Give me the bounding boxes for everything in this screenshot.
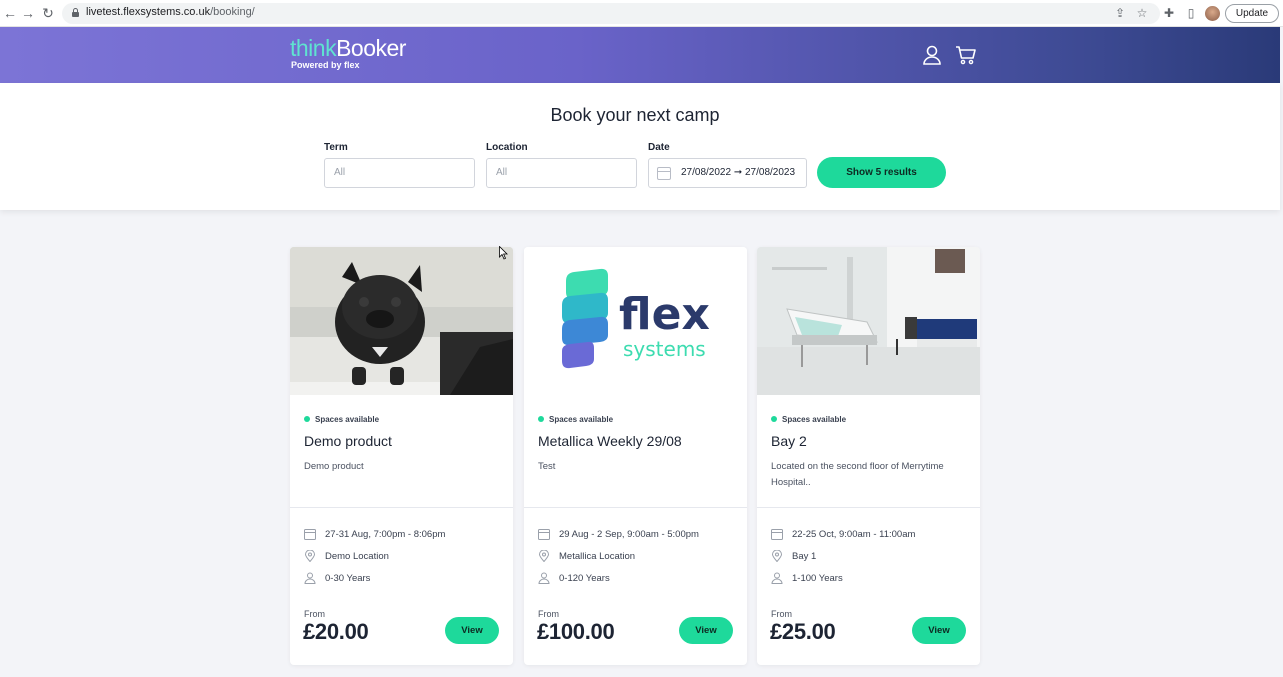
availability-badge: Spaces available	[538, 415, 613, 424]
status-dot-icon	[538, 416, 544, 422]
calendar-icon	[771, 529, 783, 540]
divider	[290, 507, 513, 508]
person-icon	[538, 572, 550, 584]
lock-icon	[72, 8, 79, 17]
card-age: 1-100 Years	[771, 572, 843, 584]
from-label: From	[771, 609, 792, 619]
date-label: Date	[648, 142, 670, 153]
update-button[interactable]: Update	[1225, 4, 1279, 23]
card-dates: 22-25 Oct, 9:00am - 11:00am	[771, 528, 915, 540]
card-age: 0-30 Years	[304, 572, 370, 584]
view-button[interactable]: View	[912, 617, 966, 644]
card-title: Bay 2	[771, 433, 807, 449]
user-icon[interactable]	[921, 44, 943, 66]
status-dot-icon	[304, 416, 310, 422]
card-location: Metallica Location	[538, 550, 635, 562]
card-description: Test	[538, 461, 556, 472]
calendar-icon	[538, 529, 550, 540]
site-header: thinkBooker Powered by flex	[0, 27, 1280, 83]
search-panel: Book your next camp Term All Location Al…	[0, 83, 1280, 210]
person-icon	[771, 572, 783, 584]
dog-photo	[290, 247, 513, 395]
person-icon	[304, 572, 316, 584]
price: £20.00	[303, 619, 369, 644]
show-results-button[interactable]: Show 5 results	[817, 157, 946, 188]
profile-avatar[interactable]	[1205, 6, 1220, 21]
card-location: Demo Location	[304, 550, 389, 562]
url-text: livetest.flexsystems.co.uk/booking/	[86, 6, 255, 18]
location-pin-icon	[304, 550, 316, 562]
view-button[interactable]: View	[679, 617, 733, 644]
card-description: Located on the second floor of Merrytime…	[771, 461, 944, 488]
star-icon[interactable]: ☆	[1135, 6, 1149, 20]
card-location: Bay 1	[771, 550, 816, 562]
view-button[interactable]: View	[445, 617, 499, 644]
product-card[interactable]: Spaces available Demo product Demo produ…	[290, 247, 513, 665]
calendar-icon	[657, 167, 671, 180]
location-pin-icon	[538, 550, 550, 562]
card-description: Demo product	[304, 461, 364, 472]
flex-logo-wordmark: flex	[619, 289, 710, 340]
thinkbooker-logo[interactable]: thinkBooker Powered by flex	[290, 35, 406, 70]
price: £25.00	[770, 619, 836, 644]
card-dates: 27-31 Aug, 7:00pm - 8:06pm	[304, 528, 445, 540]
term-label: Term	[324, 142, 348, 153]
flex-systems-logo: flex systems	[524, 247, 747, 395]
calendar-icon	[304, 529, 316, 540]
cart-icon[interactable]	[955, 44, 977, 66]
reload-icon[interactable]: ↻	[40, 5, 56, 21]
logo-think: think	[290, 35, 337, 61]
date-range-value: 27/08/2022 ➞ 27/08/2023	[681, 167, 796, 178]
status-dot-icon	[771, 416, 777, 422]
address-bar[interactable]: livetest.flexsystems.co.uk/booking/	[62, 3, 1160, 24]
availability-badge: Spaces available	[771, 415, 846, 424]
extensions-icon[interactable]: ✚	[1162, 6, 1176, 20]
from-label: From	[304, 609, 325, 619]
card-title: Metallica Weekly 29/08	[538, 433, 682, 449]
card-age: 0-120 Years	[538, 572, 610, 584]
location-select[interactable]: All	[486, 158, 637, 188]
availability-badge: Spaces available	[304, 415, 379, 424]
divider	[524, 507, 747, 508]
location-pin-icon	[771, 550, 783, 562]
side-panel-icon[interactable]: ▯	[1184, 6, 1198, 20]
flex-logo-subtext: systems	[623, 337, 706, 361]
forward-arrow-icon[interactable]: →	[20, 5, 36, 21]
share-icon[interactable]: ⇪	[1113, 6, 1127, 20]
from-label: From	[538, 609, 559, 619]
mouse-cursor-icon	[499, 246, 508, 260]
hospital-room-photo	[757, 247, 980, 395]
product-card[interactable]: flex systems Spaces available Metallica …	[524, 247, 747, 665]
product-card[interactable]: Spaces available Bay 2 Located on the se…	[757, 247, 980, 665]
back-arrow-icon[interactable]: ←	[2, 5, 18, 21]
location-label: Location	[486, 142, 528, 153]
price: £100.00	[537, 619, 615, 644]
date-range-input[interactable]: 27/08/2022 ➞ 27/08/2023	[648, 158, 807, 188]
page-title: Book your next camp	[550, 105, 720, 125]
logo-tagline: Powered by flex	[291, 60, 360, 70]
divider	[757, 507, 980, 508]
term-select[interactable]: All	[324, 158, 475, 188]
card-title: Demo product	[304, 433, 392, 449]
logo-booker: Booker	[336, 35, 406, 61]
browser-toolbar: ← → ↻ livetest.flexsystems.co.uk/booking…	[0, 0, 1283, 27]
card-dates: 29 Aug - 2 Sep, 9:00am - 5:00pm	[538, 528, 699, 540]
